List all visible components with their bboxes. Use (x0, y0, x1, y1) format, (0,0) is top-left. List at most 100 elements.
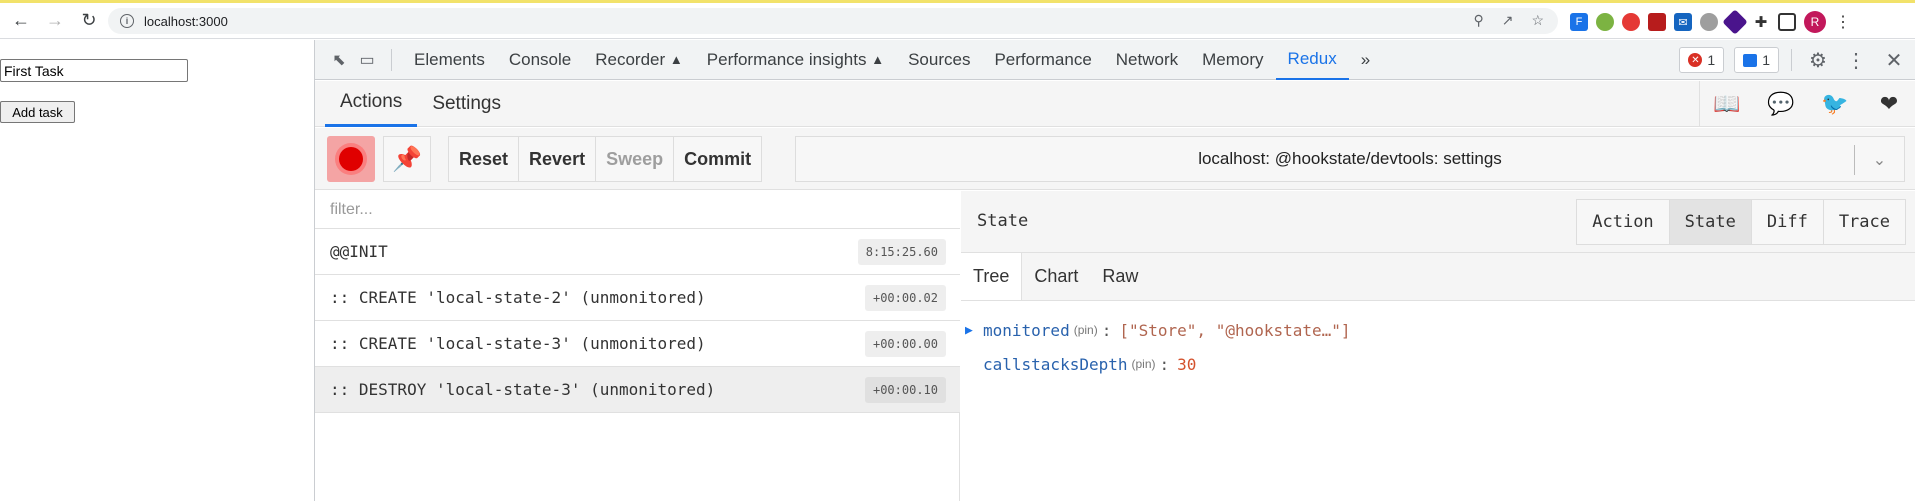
pin-button[interactable]: 📌 (383, 136, 431, 182)
filter-input[interactable] (315, 191, 960, 229)
action-timestamp: 8:15:25.60 (857, 238, 946, 265)
twitter-icon[interactable]: 🐦 (1808, 81, 1862, 127)
close-icon[interactable]: ✕ (1880, 46, 1908, 74)
browser-menu-icon[interactable]: ⋮ (1834, 13, 1852, 31)
tab-performance[interactable]: Performance (982, 40, 1103, 80)
redux-subtabs: Actions Settings 📖 💬 🐦 ❤ (315, 81, 1915, 127)
tree-value: ["Store", "@hookstate…"] (1119, 320, 1351, 340)
extension-icon-4[interactable] (1648, 13, 1666, 31)
error-icon: ✕ (1688, 53, 1703, 67)
action-name: :: DESTROY 'local-state-3' (unmonitored) (330, 380, 716, 399)
avatar[interactable]: R (1804, 11, 1826, 33)
reload-icon[interactable]: ↻ (76, 8, 102, 34)
more-tabs-chevron-icon[interactable]: » (1349, 40, 1382, 80)
state-tree: ▶ monitored (pin) : ["Store", "@hookstat… (961, 301, 1915, 381)
side-panel-icon[interactable] (1778, 13, 1796, 31)
tab-chart[interactable]: Chart (1022, 253, 1090, 300)
tab-performance-insights[interactable]: Performance insights ▲ (695, 40, 896, 80)
tab-recorder-label: Recorder (595, 49, 666, 69)
tab-redux[interactable]: Redux (1275, 40, 1349, 80)
monitor-header: State Action State Diff Trace (961, 191, 1915, 253)
tab-actions[interactable]: Actions (325, 81, 418, 127)
tab-recorder[interactable]: Recorder ▲ (583, 40, 695, 80)
monitor-title: State (977, 211, 1029, 231)
sweep-button[interactable]: Sweep (596, 137, 675, 181)
docs-book-icon[interactable]: 📖 (1700, 81, 1754, 127)
tree-node[interactable]: ▶ monitored (pin) : ["Store", "@hookstat… (965, 313, 1915, 347)
tab-sources[interactable]: Sources (896, 40, 982, 80)
extension-icon-6[interactable] (1700, 13, 1718, 31)
extension-icon-3[interactable] (1622, 13, 1640, 31)
expand-arrow-icon[interactable]: ▶ (965, 323, 983, 338)
revert-button[interactable]: Revert (519, 137, 597, 181)
chevron-down-icon: ⌄ (1854, 145, 1904, 175)
extension-icon-7[interactable] (1722, 9, 1748, 35)
list-item[interactable]: :: CREATE 'local-state-3' (unmonitored) … (315, 321, 960, 367)
address-bar[interactable]: i localhost:3000 ⚲ ↗ ☆ (108, 8, 1558, 34)
list-item-selected[interactable]: :: DESTROY 'local-state-3' (unmonitored)… (315, 367, 960, 413)
gear-icon[interactable]: ⚙ (1804, 46, 1832, 74)
tab-state[interactable]: State (1669, 200, 1752, 244)
tab-console[interactable]: Console (497, 40, 583, 80)
view-tabs: Tree Chart Raw (961, 253, 1915, 301)
reset-button[interactable]: Reset (449, 137, 520, 181)
back-arrow-icon[interactable]: ← (8, 8, 34, 34)
tab-performance-insights-label: Performance insights (706, 49, 867, 69)
tab-settings[interactable]: Settings (417, 81, 516, 127)
redux-panel: Actions Settings 📖 💬 🐦 ❤ 📌 Reset Revert … (315, 81, 1915, 501)
bookmark-star-icon[interactable]: ☆ (1531, 12, 1544, 29)
devtools-panel: ⬉ ▭ Elements Console Recorder ▲ Performa… (314, 40, 1915, 501)
instance-select[interactable]: localhost: @hookstate/devtools: settings… (795, 136, 1905, 182)
message-icon (1743, 53, 1758, 67)
tab-diff[interactable]: Diff (1751, 200, 1824, 244)
tab-elements[interactable]: Elements (402, 40, 497, 80)
divider (1791, 49, 1792, 71)
app-page: Add task (0, 40, 314, 501)
record-button[interactable] (327, 136, 375, 182)
tab-raw[interactable]: Raw (1090, 253, 1150, 300)
tree-value: 30 (1177, 354, 1197, 374)
action-name: @@INIT (330, 242, 388, 261)
device-toolbar-icon[interactable]: ▭ (353, 46, 381, 74)
extensions-puzzle-icon[interactable]: ✚ (1752, 13, 1770, 31)
share-icon[interactable]: ↗ (1502, 12, 1514, 29)
colon: : (1101, 320, 1112, 340)
flask-icon: ▲ (669, 52, 683, 67)
tab-memory[interactable]: Memory (1190, 40, 1275, 80)
pin-link[interactable]: (pin) (1074, 323, 1098, 337)
heart-icon[interactable]: ❤ (1862, 81, 1915, 127)
flask-icon: ▲ (871, 52, 885, 67)
pin-icon: 📌 (392, 145, 422, 173)
divider (391, 48, 392, 71)
task-input[interactable] (0, 59, 188, 82)
list-item[interactable]: :: CREATE 'local-state-2' (unmonitored) … (315, 275, 960, 321)
more-options-icon[interactable]: ⋮ (1842, 46, 1870, 74)
site-info-icon[interactable]: i (120, 14, 134, 28)
tab-action[interactable]: Action (1577, 200, 1670, 244)
extension-icon-2[interactable] (1596, 13, 1614, 31)
zoom-icon[interactable]: ⚲ (1473, 12, 1483, 29)
tab-network[interactable]: Network (1104, 40, 1190, 80)
social-links: 📖 💬 🐦 ❤ (1699, 81, 1915, 127)
action-name: :: CREATE 'local-state-2' (unmonitored) (330, 288, 706, 307)
feedback-chat-icon[interactable]: 💬 (1754, 81, 1808, 127)
commit-button[interactable]: Commit (674, 137, 761, 181)
action-list: @@INIT 8:15:25.60 :: CREATE 'local-state… (315, 191, 960, 501)
inspect-element-icon[interactable]: ⬉ (325, 46, 353, 74)
devtools-tab-bar: ⬉ ▭ Elements Console Recorder ▲ Performa… (315, 40, 1915, 80)
pin-link[interactable]: (pin) (1132, 357, 1156, 371)
instance-select-value: localhost: @hookstate/devtools: settings (1198, 149, 1502, 168)
tab-trace[interactable]: Trace (1823, 200, 1905, 244)
history-controls: Reset Revert Sweep Commit (448, 136, 763, 182)
extension-icon-5[interactable]: ✉ (1674, 13, 1692, 31)
tree-node[interactable]: callstacksDepth (pin) : 30 (965, 347, 1915, 381)
forward-arrow-icon[interactable]: → (42, 8, 68, 34)
address-url[interactable]: localhost:3000 (144, 14, 228, 29)
extension-icon-1[interactable]: F (1570, 13, 1588, 31)
browser-toolbar: ← → ↻ i localhost:3000 ⚲ ↗ ☆ F ✉ ✚ R ⋮ (0, 3, 1915, 39)
add-task-button[interactable]: Add task (0, 101, 75, 123)
tab-tree[interactable]: Tree (961, 253, 1023, 300)
list-item[interactable]: @@INIT 8:15:25.60 (315, 229, 960, 275)
message-count-badge[interactable]: 1 (1734, 47, 1779, 73)
error-count-badge[interactable]: ✕ 1 (1679, 47, 1725, 73)
